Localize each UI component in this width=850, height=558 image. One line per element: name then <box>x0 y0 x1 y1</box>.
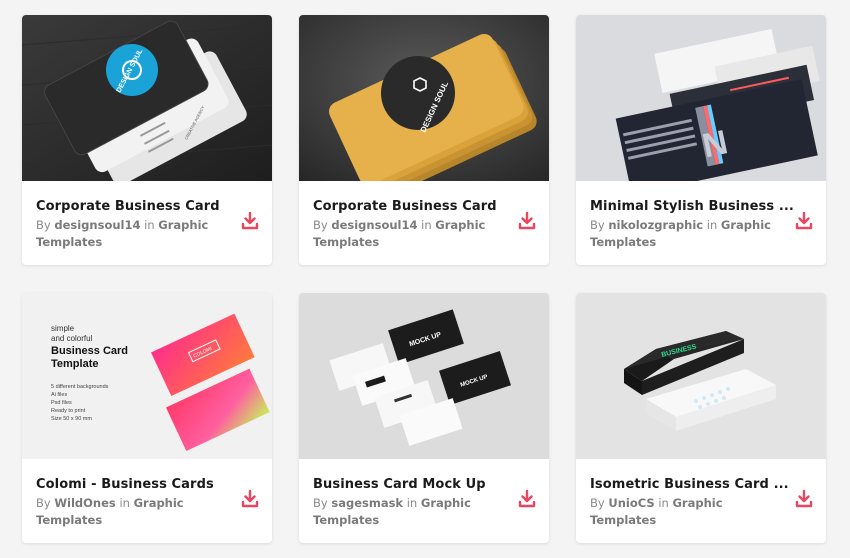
product-meta: By sagesmask in Graphic Templates <box>313 495 513 529</box>
download-icon[interactable] <box>795 489 813 509</box>
preview-feature: Psd files <box>51 400 72 406</box>
product-meta: By designsoul14 in Graphic Templates <box>36 217 236 251</box>
in-label: in <box>144 218 155 232</box>
product-title[interactable]: Corporate Business Card <box>313 199 523 214</box>
product-thumbnail[interactable]: BUSINESS <box>576 293 826 459</box>
download-icon[interactable] <box>795 211 813 231</box>
product-title[interactable]: Minimal Stylish Business ... <box>590 199 800 214</box>
preview-feature: Ready to print <box>51 408 86 414</box>
download-icon[interactable] <box>518 211 536 231</box>
by-label: By <box>313 496 328 510</box>
by-label: By <box>590 496 605 510</box>
preview-feature: Ai files <box>51 392 67 398</box>
by-label: By <box>36 218 51 232</box>
preview-feature: Size 50 x 90 mm <box>51 416 92 422</box>
preview-feature: 5 different backgrounds <box>51 384 109 390</box>
preview-line1: simple <box>51 324 75 333</box>
product-card[interactable]: MOCK UP MOCK UP Business Card Mock Up By… <box>299 293 549 543</box>
product-thumbnail[interactable]: simple and colorful Business Card Templa… <box>22 293 272 459</box>
author-link[interactable]: nikolozgraphic <box>608 218 703 232</box>
product-thumbnail[interactable]: N <box>576 15 826 181</box>
download-icon[interactable] <box>241 489 259 509</box>
product-card[interactable]: simple and colorful Business Card Templa… <box>22 293 272 543</box>
in-label: in <box>119 496 130 510</box>
author-link[interactable]: UnioCS <box>608 496 654 510</box>
product-card[interactable]: DESIGN SOUL Corporate Business Card By d… <box>299 15 549 265</box>
product-title[interactable]: Colomi - Business Cards <box>36 477 246 492</box>
product-meta: By nikolozgraphic in Graphic Templates <box>590 217 790 251</box>
download-icon[interactable] <box>241 211 259 231</box>
product-title[interactable]: Isometric Business Card ... <box>590 477 800 492</box>
product-thumbnail[interactable]: DESIGN SOUL CREATIVE AGENCY <box>22 15 272 181</box>
in-label: in <box>706 218 718 232</box>
download-icon[interactable] <box>518 489 536 509</box>
product-title[interactable]: Business Card Mock Up <box>313 477 523 492</box>
in-label: in <box>658 496 669 510</box>
in-label: in <box>406 496 418 510</box>
author-link[interactable]: designsoul14 <box>54 218 140 232</box>
product-card[interactable]: BUSINESS Isometric Business Card ... By … <box>576 293 826 543</box>
preview-heading1: Business Card <box>51 345 128 357</box>
product-meta: By WildOnes in Graphic Templates <box>36 495 236 529</box>
author-link[interactable]: sagesmask <box>331 496 403 510</box>
product-card[interactable]: N Minimal Stylish Business ... By nikolo… <box>576 15 826 265</box>
product-card[interactable]: DESIGN SOUL CREATIVE AGENCY Corporate Bu… <box>22 15 272 265</box>
by-label: By <box>36 496 51 510</box>
product-thumbnail[interactable]: MOCK UP MOCK UP <box>299 293 549 459</box>
by-label: By <box>590 218 605 232</box>
by-label: By <box>313 218 328 232</box>
product-meta: By designsoul14 in Graphic Templates <box>313 217 513 251</box>
product-meta: By UnioCS in Graphic Templates <box>590 495 790 529</box>
product-thumbnail[interactable]: DESIGN SOUL <box>299 15 549 181</box>
preview-heading2: Template <box>51 358 98 370</box>
preview-line2: and colorful <box>51 334 93 343</box>
author-link[interactable]: designsoul14 <box>331 218 417 232</box>
in-label: in <box>421 218 432 232</box>
author-link[interactable]: WildOnes <box>54 496 115 510</box>
product-title[interactable]: Corporate Business Card <box>36 199 246 214</box>
